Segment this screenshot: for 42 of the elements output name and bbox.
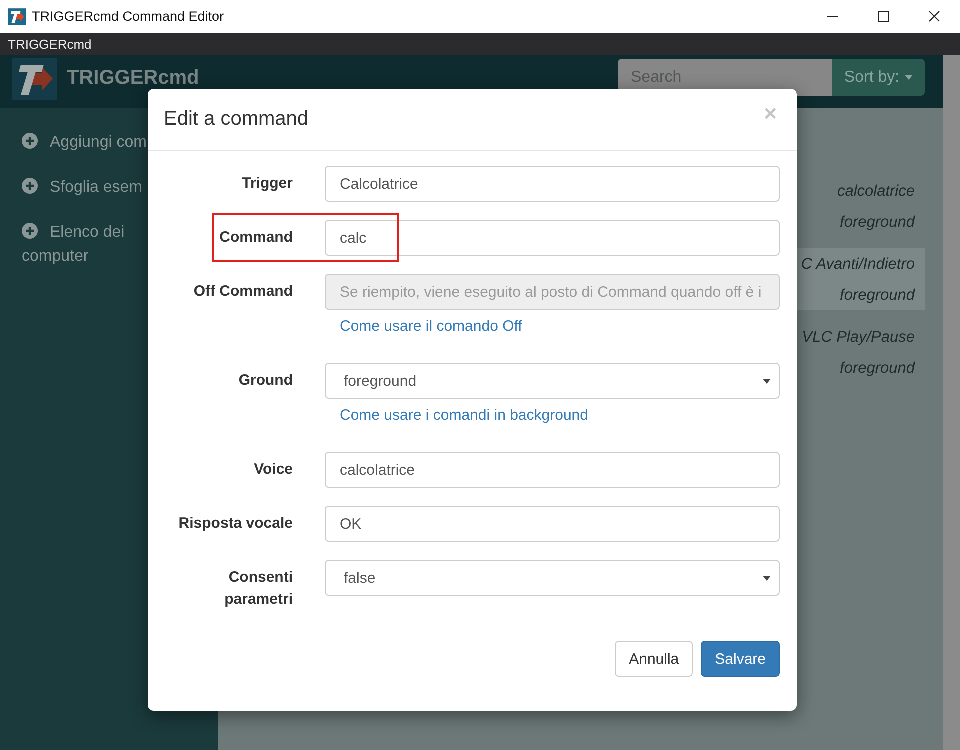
caret-icon: [904, 75, 913, 80]
field-label: Command: [218, 228, 293, 248]
field-label: Off Command: [192, 282, 293, 302]
app-icon: [8, 8, 26, 26]
command-ground: foreground: [840, 286, 915, 306]
maximize-icon[interactable]: [878, 11, 889, 22]
command-ground: foreground: [840, 213, 915, 233]
sidebar-item[interactable]: Elenco dei computer: [22, 221, 149, 269]
logo-icon: [12, 58, 57, 100]
caret-icon: [763, 576, 771, 580]
text-field[interactable]: calcolatrice: [325, 452, 780, 488]
plus-circle-icon: [22, 178, 38, 194]
field-label: Ground: [238, 371, 293, 391]
menu-title[interactable]: TRIGGERcmd: [8, 36, 92, 52]
text-field[interactable]: Calcolatrice: [325, 166, 780, 202]
sidebar-item[interactable]: Sfoglia esem: [22, 176, 142, 200]
dialog-title: Edit a command: [164, 108, 309, 131]
field-label: Trigger: [241, 174, 293, 194]
help-link[interactable]: Come usare i comandi in background: [340, 406, 588, 426]
select-field[interactable]: false: [325, 560, 780, 596]
command-voice: calcolatrice: [837, 182, 915, 202]
text-field[interactable]: OK: [325, 506, 780, 542]
command-ground: foreground: [840, 359, 915, 379]
scrollbar-track[interactable]: [943, 55, 960, 750]
window-title: TRIGGERcmd Command Editor: [32, 9, 224, 24]
sidebar-item[interactable]: Aggiungi com: [22, 131, 147, 155]
brand-name: TRIGGERcmd: [67, 67, 200, 90]
save-button[interactable]: Salvare: [701, 641, 780, 677]
plus-circle-icon: [22, 133, 38, 149]
field-label: Risposta vocale: [178, 514, 293, 534]
field-label: Voice: [253, 460, 293, 480]
text-field[interactable]: calc: [325, 220, 780, 256]
command-voice: VLC Play/Pause: [802, 328, 915, 348]
sort-button[interactable]: Sort by:: [832, 59, 925, 96]
caret-icon: [763, 378, 771, 384]
field-label: Consenti parametri: [224, 568, 293, 610]
command-voice: C Avanti/Indietro: [801, 255, 915, 275]
select-field[interactable]: foreground: [325, 363, 780, 399]
help-link[interactable]: Come usare il comando Off: [340, 317, 522, 337]
plus-circle-icon: [22, 223, 38, 239]
close-icon[interactable]: [929, 11, 940, 22]
cancel-button[interactable]: Annulla: [615, 641, 694, 677]
